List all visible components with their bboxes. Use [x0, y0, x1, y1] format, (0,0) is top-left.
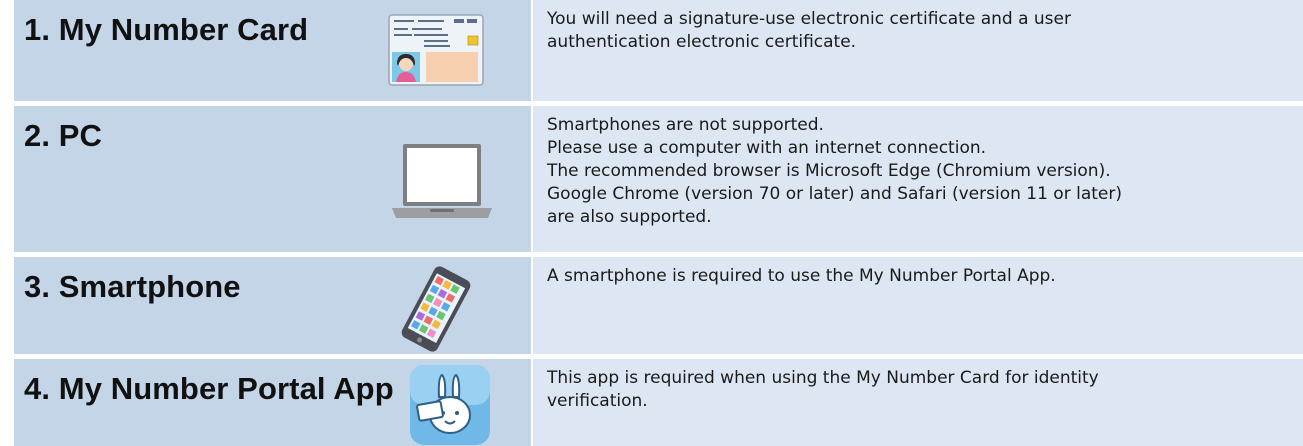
requirement-row-smartphone: 3. Smartphone A smartphone is required t… [14, 257, 1303, 354]
description-line: are also supported. [547, 207, 712, 227]
requirement-description-cell: Smartphones are not supported. Please us… [533, 106, 1303, 252]
requirement-title: 1. My Number Card [24, 12, 309, 47]
my-number-card-icon [388, 14, 484, 90]
requirement-description-cell: This app is required when using the My N… [533, 359, 1303, 446]
requirement-title: 2. PC [24, 118, 103, 153]
laptop-icon [390, 142, 494, 230]
requirement-row-portal-app: 4. My Number Portal App This app is requ… [14, 359, 1303, 446]
requirement-title: 3. Smartphone [24, 269, 241, 304]
description-line: authentication electronic certificate. [547, 32, 857, 52]
requirement-description-cell: You will need a signature-use electronic… [533, 0, 1303, 101]
smartphone-icon [400, 265, 472, 357]
description-line: Please use a computer with an internet c… [547, 138, 987, 158]
description-line: A smartphone is required to use the My N… [547, 266, 1056, 286]
description-line: Google Chrome (version 70 or later) and … [547, 184, 1122, 204]
portal-app-rabbit-icon [408, 363, 492, 446]
requirement-row-my-number-card: 1. My Number Card You will need a signat… [14, 0, 1303, 101]
requirement-title: 4. My Number Portal App [24, 371, 394, 406]
description-line: This app is required when using the My N… [547, 368, 1099, 388]
description-line: verification. [547, 391, 648, 411]
requirement-label-cell: 2. PC [14, 106, 533, 252]
requirement-description-cell: A smartphone is required to use the My N… [533, 257, 1303, 354]
requirement-label-cell: 4. My Number Portal App [14, 359, 533, 446]
description-line: You will need a signature-use electronic… [547, 9, 1071, 29]
requirement-label-cell: 3. Smartphone [14, 257, 533, 354]
description-line: The recommended browser is Microsoft Edg… [547, 161, 1111, 181]
requirement-label-cell: 1. My Number Card [14, 0, 533, 101]
description-line: Smartphones are not supported. [547, 115, 824, 135]
requirements-table: 1. My Number Card You will need a signat… [14, 0, 1303, 446]
requirement-row-pc: 2. PC Smartphones are not supported. Ple… [14, 106, 1303, 252]
